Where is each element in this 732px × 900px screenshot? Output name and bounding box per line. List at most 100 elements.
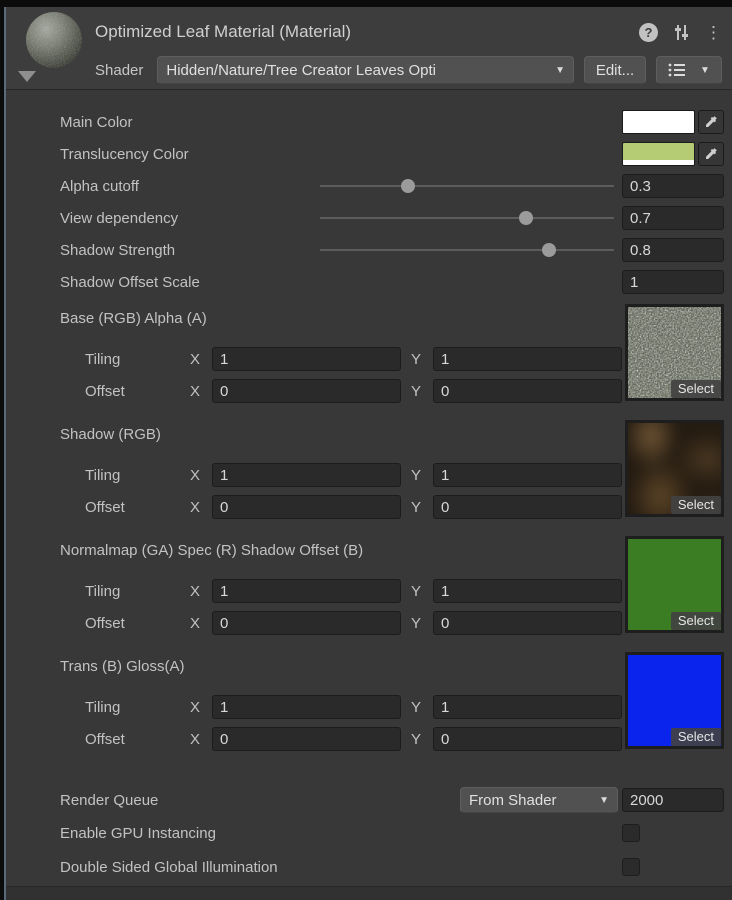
tiling-row: Tiling X 1 Y 1 (6, 346, 622, 372)
base-texture-thumbnail[interactable]: Select (625, 304, 724, 401)
offset-y-field[interactable]: 0 (433, 495, 622, 519)
shadow-texture-section: Shadow (RGB) Tiling X 1 Y 1 Offset X 0 Y… (6, 420, 732, 520)
base-texture-label: Base (RGB) Alpha (A) (6, 304, 622, 334)
eyedropper-icon[interactable] (698, 142, 724, 166)
shader-label: Shader (95, 62, 143, 79)
translucency-color-label: Translucency Color (60, 146, 622, 163)
main-color-label: Main Color (60, 114, 622, 131)
offset-y-field[interactable]: 0 (433, 379, 622, 403)
select-texture-button[interactable]: Select (671, 728, 721, 746)
select-texture-button[interactable]: Select (671, 496, 721, 514)
main-color-row: Main Color (6, 106, 732, 138)
offset-row: Offset X 0 Y 0 (6, 610, 622, 636)
tiling-y-field[interactable]: 1 (433, 695, 622, 719)
shadow-strength-value[interactable]: 0.8 (622, 238, 724, 262)
tiling-row: Tiling X 1 Y 1 (6, 694, 622, 720)
list-icon (668, 62, 686, 78)
material-inspector-panel: Optimized Leaf Material (Material) ? ⋮ S… (4, 7, 732, 900)
gpu-instancing-row: Enable GPU Instancing (6, 816, 732, 850)
chevron-down-icon: ▼ (599, 795, 609, 806)
tiling-x-field[interactable]: 1 (212, 579, 401, 603)
slider-track[interactable] (320, 185, 614, 187)
material-preview-sphere[interactable] (26, 12, 82, 68)
help-icon[interactable]: ? (639, 23, 658, 42)
shadow-offset-scale-label: Shadow Offset Scale (60, 274, 622, 291)
view-dependency-slider[interactable] (320, 202, 614, 234)
panel-bottom-strip (6, 886, 732, 900)
tiling-y-field[interactable]: 1 (433, 463, 622, 487)
shadow-texture-thumbnail[interactable]: Select (625, 420, 724, 517)
chevron-down-icon: ▼ (555, 65, 565, 76)
view-dependency-row: View dependency 0.7 (6, 202, 732, 234)
edit-shader-button[interactable]: Edit... (584, 56, 646, 84)
double-sided-gi-label: Double Sided Global Illumination (60, 859, 622, 876)
alpha-cutoff-label: Alpha cutoff (60, 178, 320, 195)
kebab-menu-icon[interactable]: ⋮ (705, 23, 722, 42)
alpha-strip (623, 128, 694, 133)
alpha-cutoff-value[interactable]: 0.3 (622, 174, 724, 198)
shadow-offset-scale-row: Shadow Offset Scale 1 (6, 266, 732, 298)
shadow-strength-slider[interactable] (320, 234, 614, 266)
foldout-arrow-icon[interactable] (18, 71, 36, 82)
unity-inspector-window: Optimized Leaf Material (Material) ? ⋮ S… (0, 0, 732, 900)
shadow-offset-scale-value[interactable]: 1 (622, 270, 724, 294)
view-dependency-value[interactable]: 0.7 (622, 206, 724, 230)
double-sided-gi-row: Double Sided Global Illumination (6, 850, 732, 884)
slider-handle[interactable] (542, 243, 556, 257)
gpu-instancing-checkbox[interactable] (622, 824, 640, 842)
select-texture-button[interactable]: Select (671, 612, 721, 630)
translucency-color-row: Translucency Color (6, 138, 732, 170)
view-dependency-label: View dependency (60, 210, 320, 227)
select-texture-button[interactable]: Select (671, 380, 721, 398)
offset-x-field[interactable]: 0 (212, 727, 401, 751)
alpha-cutoff-row: Alpha cutoff 0.3 (6, 170, 732, 202)
offset-y-field[interactable]: 0 (433, 611, 622, 635)
trans-gloss-texture-section: Trans (B) Gloss(A) Tiling X 1 Y 1 Offset… (6, 652, 732, 752)
normalmap-texture-label: Normalmap (GA) Spec (R) Shadow Offset (B… (6, 536, 622, 566)
double-sided-gi-checkbox[interactable] (622, 858, 640, 876)
offset-x-field[interactable]: 0 (212, 611, 401, 635)
main-color-swatch[interactable] (622, 110, 695, 134)
shader-dropdown[interactable]: Hidden/Nature/Tree Creator Leaves Opti ▼ (157, 56, 574, 84)
offset-row: Offset X 0 Y 0 (6, 726, 622, 752)
slider-track[interactable] (320, 217, 614, 219)
trans-gloss-texture-label: Trans (B) Gloss(A) (6, 652, 622, 682)
inspector-header: Optimized Leaf Material (Material) ? ⋮ S… (6, 7, 732, 90)
offset-x-field[interactable]: 0 (212, 495, 401, 519)
normalmap-texture-section: Normalmap (GA) Spec (R) Shadow Offset (B… (6, 536, 732, 636)
render-queue-dropdown[interactable]: From Shader ▼ (460, 787, 618, 813)
shadow-strength-label: Shadow Strength (60, 242, 320, 259)
slider-track[interactable] (320, 249, 614, 251)
tiling-y-field[interactable]: 1 (433, 347, 622, 371)
shader-menu-button[interactable]: ▼ (656, 56, 722, 84)
tiling-x-field[interactable]: 1 (212, 347, 401, 371)
render-queue-value[interactable]: 2000 (622, 788, 724, 812)
shadow-strength-row: Shadow Strength 0.8 (6, 234, 732, 266)
gpu-instancing-label: Enable GPU Instancing (60, 825, 622, 842)
translucency-color-swatch[interactable] (622, 142, 695, 166)
normalmap-texture-thumbnail[interactable]: Select (625, 536, 724, 633)
tiling-row: Tiling X 1 Y 1 (6, 578, 622, 604)
render-queue-label: Render Queue (60, 792, 460, 809)
slider-handle[interactable] (519, 211, 533, 225)
render-queue-row: Render Queue From Shader ▼ 2000 (6, 784, 732, 816)
slider-handle[interactable] (401, 179, 415, 193)
alpha-cutoff-slider[interactable] (320, 170, 614, 202)
tiling-row: Tiling X 1 Y 1 (6, 462, 622, 488)
presets-icon[interactable] (672, 23, 691, 42)
tiling-y-field[interactable]: 1 (433, 579, 622, 603)
offset-row: Offset X 0 Y 0 (6, 494, 622, 520)
material-title: Optimized Leaf Material (Material) (95, 22, 351, 42)
shadow-texture-label: Shadow (RGB) (6, 420, 622, 450)
chevron-down-icon: ▼ (700, 65, 710, 76)
offset-x-field[interactable]: 0 (212, 379, 401, 403)
offset-row: Offset X 0 Y 0 (6, 378, 622, 404)
tiling-x-field[interactable]: 1 (212, 463, 401, 487)
offset-y-field[interactable]: 0 (433, 727, 622, 751)
eyedropper-icon[interactable] (698, 110, 724, 134)
base-texture-section: Base (RGB) Alpha (A) Tiling X 1 Y 1 Offs… (6, 304, 732, 404)
tiling-x-field[interactable]: 1 (212, 695, 401, 719)
trans-gloss-texture-thumbnail[interactable]: Select (625, 652, 724, 749)
alpha-strip (623, 160, 694, 165)
shader-row: Shader Hidden/Nature/Tree Creator Leaves… (95, 56, 722, 84)
